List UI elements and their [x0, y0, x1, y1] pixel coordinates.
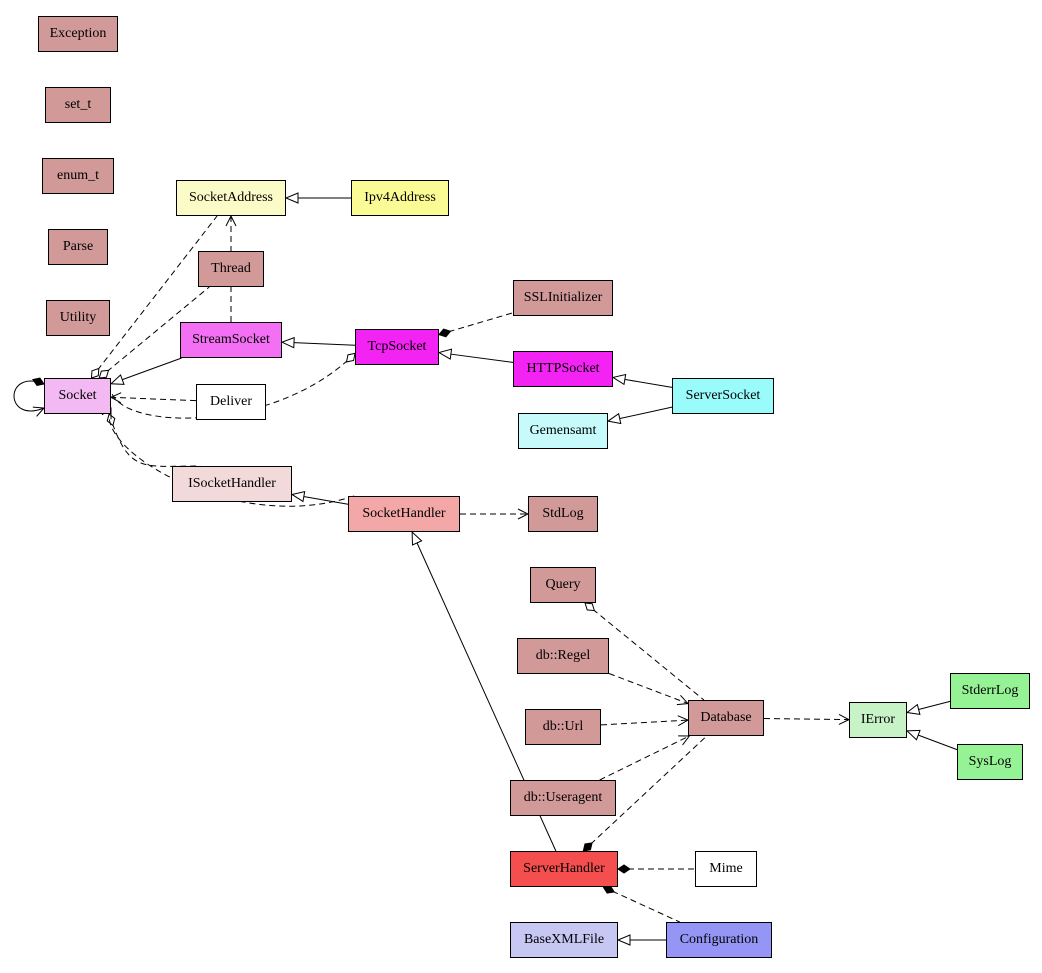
- node-syslog: SysLog: [957, 744, 1023, 780]
- node-httpsocket: HTTPSocket: [513, 351, 613, 387]
- node-thread: Thread: [198, 251, 264, 287]
- node-socketaddress: SocketAddress: [176, 180, 286, 216]
- node-ierror: IError: [849, 702, 907, 738]
- node-gemensamt: Gemensamt: [518, 413, 608, 449]
- edge-serversocket-gemensamt: [608, 407, 672, 421]
- node-parse: Parse: [48, 229, 108, 265]
- node-ipv4address: Ipv4Address: [351, 180, 449, 216]
- node-deliver: Deliver: [196, 384, 266, 420]
- node-stderrlog: StderrLog: [950, 673, 1030, 709]
- node-database: Database: [688, 700, 764, 736]
- node-configuration: Configuration: [666, 922, 772, 958]
- edge-serverhandler-configuration: [603, 887, 679, 922]
- edge-database-ierror: [764, 719, 849, 720]
- edge-deliver-socket: [111, 397, 196, 400]
- edge-streamsocket-socket: [111, 358, 182, 384]
- node-serversocket: ServerSocket: [672, 378, 774, 414]
- edges-svg: [0, 0, 1042, 973]
- node-set_t: set_t: [45, 87, 111, 123]
- edge-serversocket-httpsocket: [613, 377, 672, 387]
- node-tcpsocket: TcpSocket: [355, 329, 439, 365]
- edge-stderrlog-ierror: [907, 701, 950, 712]
- node-stdlog: StdLog: [528, 496, 598, 532]
- node-exception: Exception: [38, 16, 118, 52]
- node-streamsocket: StreamSocket: [180, 322, 282, 358]
- node-basexmlfile: BaseXMLFile: [510, 922, 618, 958]
- node-utility: Utility: [46, 300, 110, 336]
- edge-dburl-database: [601, 720, 688, 725]
- node-sslinitializer: SSLInitializer: [513, 280, 613, 316]
- node-serverhandler: ServerHandler: [510, 851, 618, 887]
- edge-dbuseragent-database: [600, 736, 690, 780]
- edge-syslog-ierror: [907, 731, 957, 750]
- edge-tcpsocket-streamsocket: [282, 342, 355, 345]
- edge-httpsocket-tcpsocket: [439, 353, 513, 363]
- edge-dbregel-database: [609, 673, 688, 703]
- node-query: Query: [530, 567, 596, 603]
- node-dburl: db::Url: [525, 709, 601, 745]
- node-dbregel: db::Regel: [517, 638, 609, 674]
- edge-socket-isockethandler: [109, 414, 200, 466]
- edge-sockethandler-isockethandler: [292, 494, 348, 504]
- node-socket: Socket: [44, 378, 111, 414]
- node-enum_t: enum_t: [42, 158, 114, 194]
- node-mime: Mime: [695, 851, 757, 887]
- node-isockethandler: ISocketHandler: [172, 466, 292, 502]
- node-dbuseragent: db::Useragent: [510, 780, 616, 816]
- edge-tcpsocket-sslinitializer: [439, 313, 513, 335]
- node-sockethandler: SocketHandler: [348, 496, 460, 532]
